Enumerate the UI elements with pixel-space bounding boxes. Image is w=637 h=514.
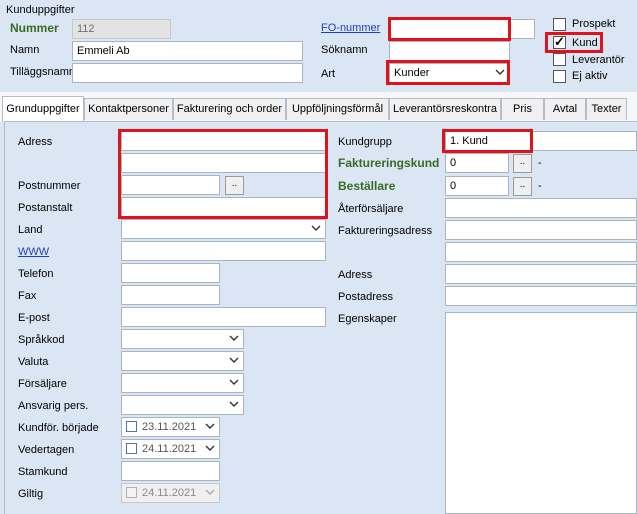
ansvarig-select[interactable]: [121, 395, 244, 415]
chevron-down-icon: [229, 401, 239, 407]
egenskaper-label: Egenskaper: [338, 313, 397, 325]
prospekt-checkbox[interactable]: [553, 18, 566, 31]
nummer-label: Nummer: [10, 21, 59, 35]
egenskaper-textarea[interactable]: [445, 312, 637, 514]
bestallare-dash: -: [538, 180, 542, 192]
tillaggsnamn-field[interactable]: [72, 63, 303, 83]
tab-avtal[interactable]: Avtal: [544, 98, 586, 120]
tab-texter[interactable]: Texter: [586, 98, 627, 120]
ej-aktiv-checkbox[interactable]: [553, 70, 566, 83]
faktureringsadress-label: Faktureringsadress: [338, 225, 433, 237]
valuta-label: Valuta: [18, 356, 49, 368]
tab-pris[interactable]: Pris: [501, 98, 544, 120]
faktureringskund-browse-button[interactable]: ..: [513, 154, 532, 173]
faktureringskund-field[interactable]: 0: [445, 153, 509, 173]
bestallare-field[interactable]: 0: [445, 176, 509, 196]
bestallare-browse-button[interactable]: ..: [513, 177, 532, 196]
highlight-kundgrupp: [442, 129, 533, 153]
land-select[interactable]: [121, 219, 326, 239]
tab-grunduppgifter[interactable]: Grunduppgifter: [2, 96, 84, 122]
giltig-label: Giltig: [18, 488, 44, 500]
epost-label: E-post: [18, 312, 50, 324]
kundfor-date-picker[interactable]: 23.11.2021: [121, 417, 220, 437]
ej-aktiv-label: Ej aktiv: [572, 70, 608, 82]
vedertagen-date-picker[interactable]: 24.11.2021: [121, 439, 220, 459]
vedertagen-label: Vedertagen: [18, 444, 75, 456]
tillaggsnamn-label: Tilläggsnamn: [10, 66, 76, 78]
nummer-field[interactable]: 112: [72, 19, 171, 39]
epost-field[interactable]: [121, 307, 326, 327]
faktureringsadress-field-2[interactable]: [445, 242, 637, 262]
telefon-field[interactable]: [121, 263, 220, 283]
bestallare-label: Beställare: [338, 179, 396, 193]
vedertagen-checkbox[interactable]: [126, 443, 137, 454]
tab-fakturering[interactable]: Fakturering och order: [173, 98, 286, 120]
prospekt-label: Prospekt: [572, 18, 616, 30]
kundfor-date: 23.11.2021: [142, 421, 197, 433]
chevron-down-icon: [205, 423, 215, 429]
leverantor-checkbox[interactable]: [553, 53, 566, 66]
postadress-field[interactable]: [445, 286, 637, 306]
forsaljare-label: Försäljare: [18, 378, 67, 390]
right-adress-field[interactable]: [445, 264, 637, 284]
fo-nummer-link[interactable]: FO-nummer: [321, 21, 380, 35]
soknamn-field[interactable]: [389, 41, 510, 61]
aterforsaljare-field[interactable]: [445, 198, 637, 218]
ansvarig-label: Ansvarig pers.: [18, 400, 89, 412]
tab-kontaktpersoner[interactable]: Kontaktpersoner: [84, 98, 173, 120]
land-label: Land: [18, 224, 43, 236]
faktureringskund-dash: -: [538, 157, 542, 169]
kundgrupp-label: Kundgrupp: [338, 136, 392, 148]
highlight-fo-nummer: [388, 17, 511, 41]
valuta-select[interactable]: [121, 351, 244, 371]
chevron-down-icon: [205, 445, 215, 451]
chevron-down-icon: [229, 357, 239, 363]
highlight-kund: [545, 32, 603, 53]
fax-field[interactable]: [121, 285, 220, 305]
postanstalt-label: Postanstalt: [18, 202, 73, 214]
www-field[interactable]: [121, 241, 326, 261]
tab-uppfoljning[interactable]: Uppföljningsförmål: [286, 98, 389, 120]
chevron-down-icon: [229, 379, 239, 385]
soknamn-label: Söknamn: [321, 44, 368, 56]
faktureringskund-label: Faktureringskund: [338, 156, 440, 170]
giltig-checkbox: [126, 487, 137, 498]
telefon-label: Telefon: [18, 268, 54, 280]
fax-label: Fax: [18, 290, 37, 302]
stamkund-field[interactable]: [121, 461, 220, 481]
adress-label: Adress: [18, 136, 53, 148]
www-link[interactable]: WWW: [18, 245, 49, 259]
highlight-art: [386, 60, 510, 85]
namn-field[interactable]: Emmeli Ab: [72, 41, 303, 61]
forsaljare-select[interactable]: [121, 373, 244, 393]
giltig-date-picker[interactable]: 24.11.2021: [121, 483, 220, 503]
chevron-down-icon: [311, 225, 321, 231]
art-label: Art: [321, 68, 336, 80]
chevron-down-icon: [229, 335, 239, 341]
leverantor-label: Leverantör: [572, 54, 625, 66]
chevron-down-icon: [205, 489, 215, 495]
right-adress-label: Adress: [338, 269, 373, 281]
faktureringsadress-field-1[interactable]: [445, 220, 637, 240]
fo-nummer-extra-field[interactable]: [510, 19, 535, 39]
namn-label: Namn: [10, 44, 40, 56]
sprakkod-label: Språkkod: [18, 334, 65, 346]
postnummer-label: Postnummer: [18, 180, 81, 192]
postadress-label: Postadress: [338, 291, 394, 303]
highlight-address: [118, 129, 328, 219]
vedertagen-date: 24.11.2021: [142, 443, 197, 455]
giltig-date: 24.11.2021: [142, 487, 197, 499]
sprakkod-select[interactable]: [121, 329, 244, 349]
stamkund-label: Stamkund: [18, 466, 68, 478]
kundfor-label: Kundför. började: [18, 422, 99, 434]
group-title: Kunduppgifter: [6, 4, 75, 16]
kundfor-checkbox[interactable]: [126, 421, 137, 432]
tab-leverantorsreskontra[interactable]: Leverantörsreskontra: [389, 98, 501, 120]
aterforsaljare-label: Återförsäljare: [338, 203, 404, 215]
